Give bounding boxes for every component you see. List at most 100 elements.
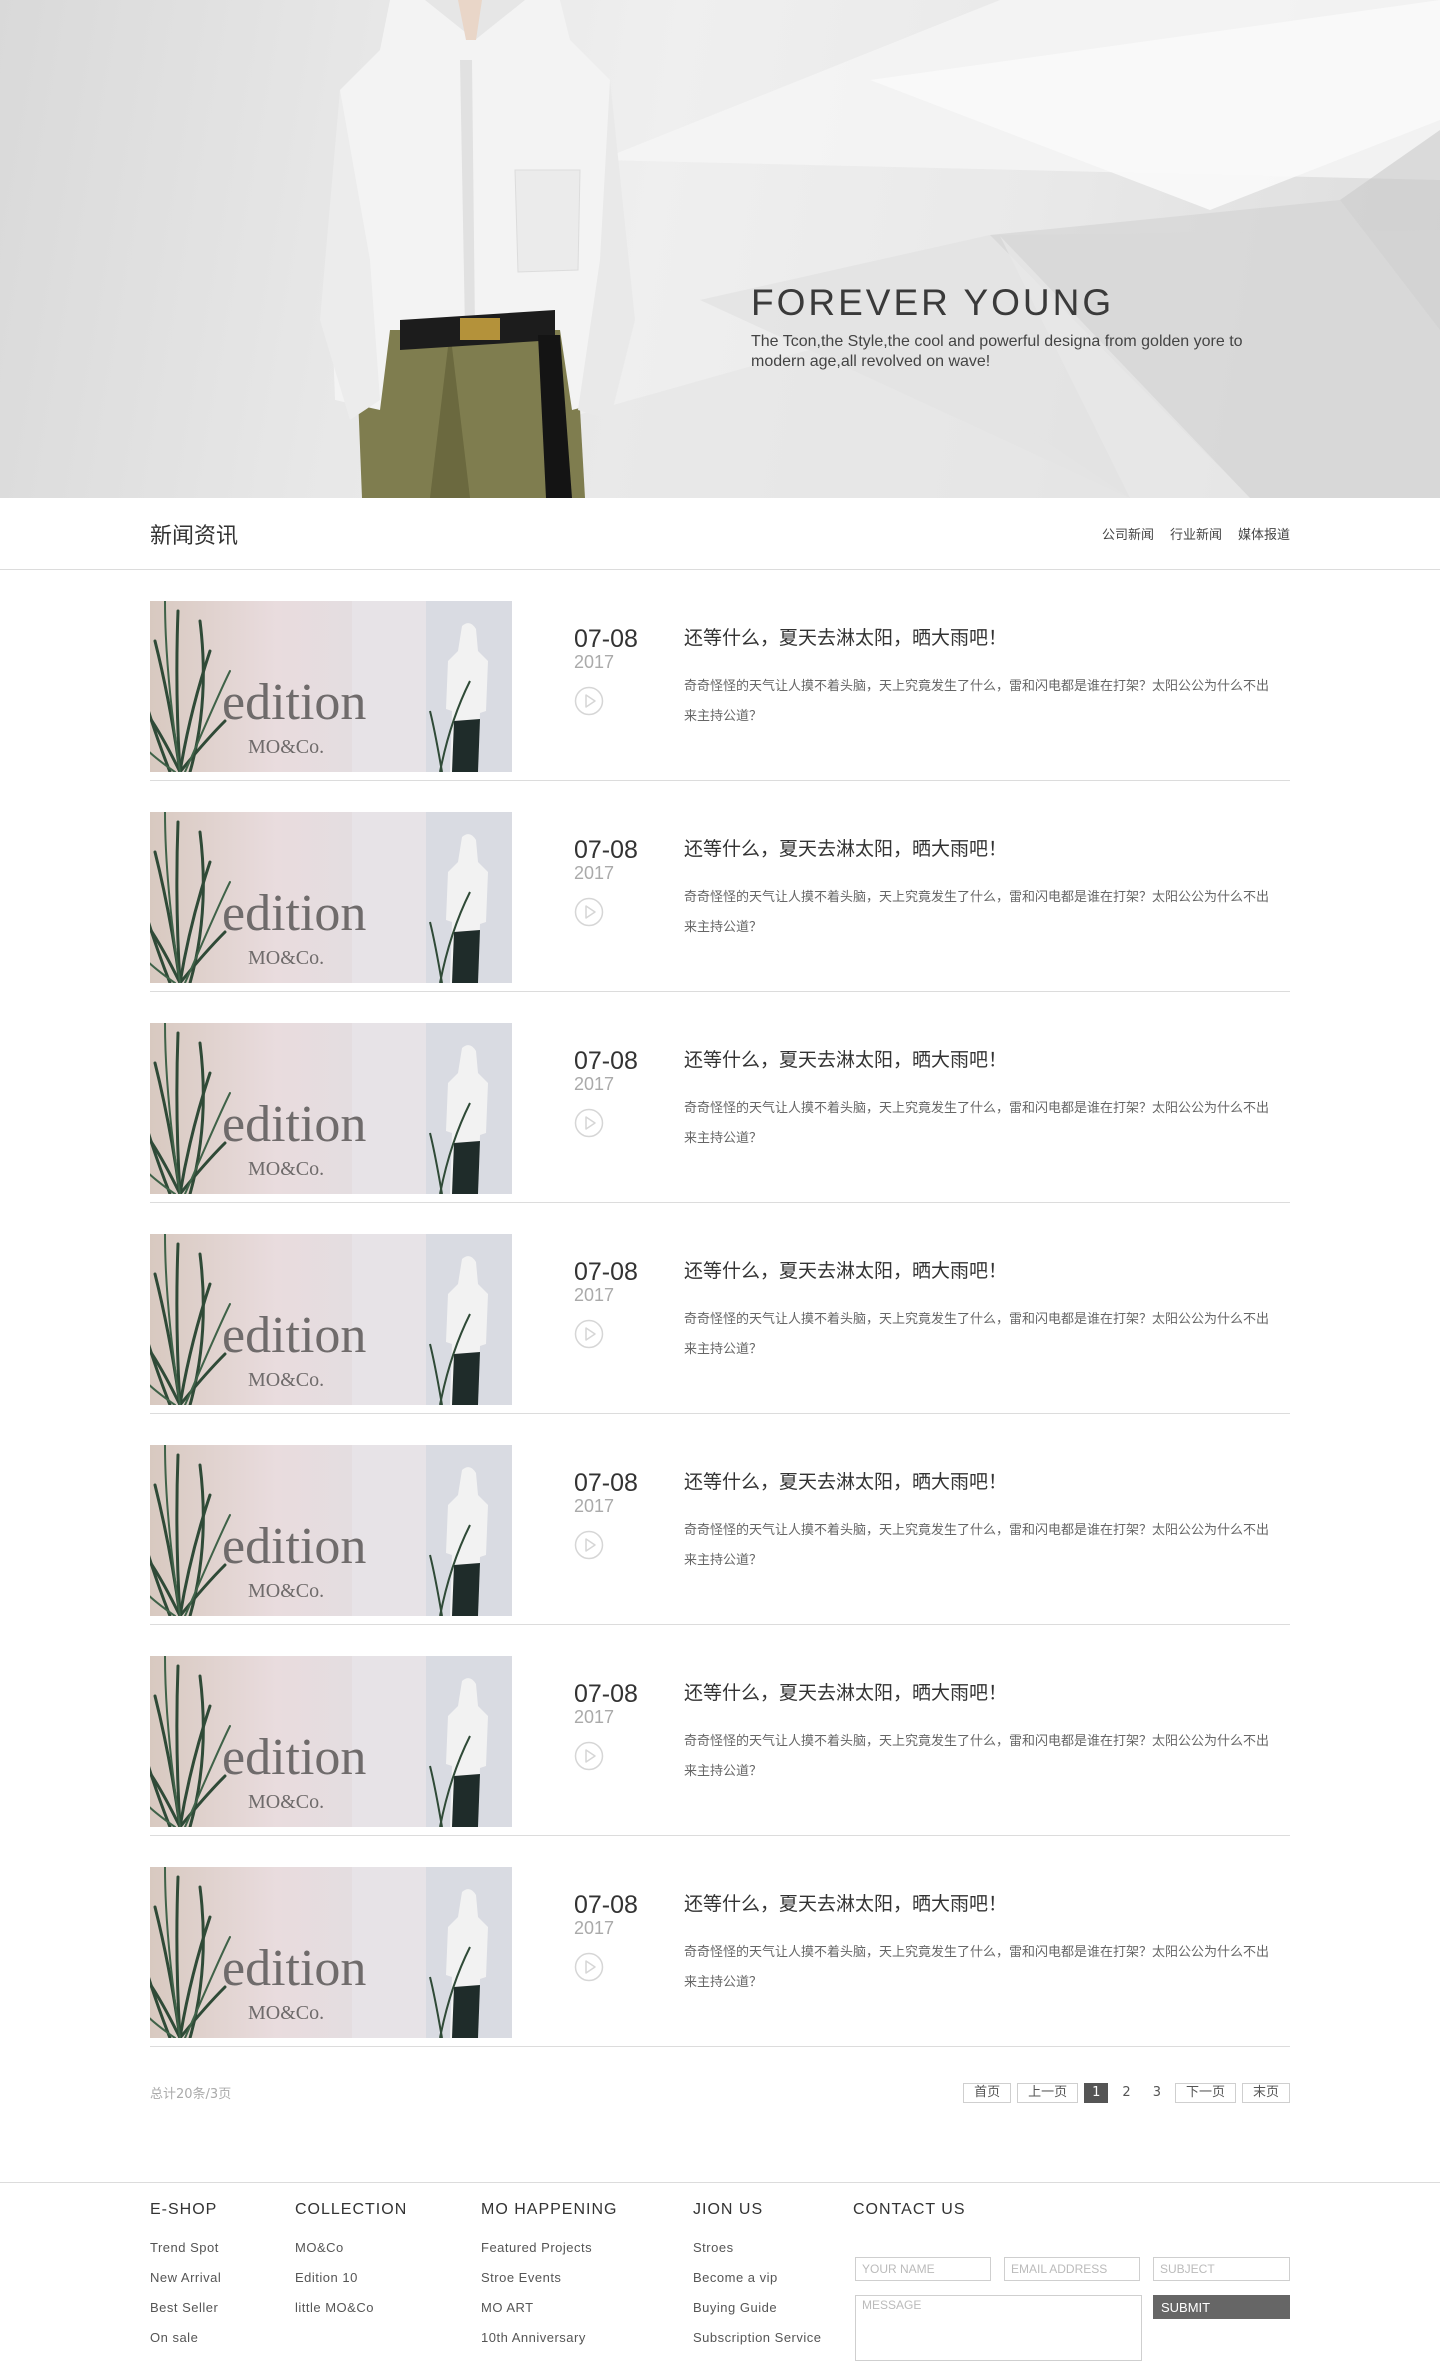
thumbnail-brand-text: MO&Co.: [248, 1791, 324, 1813]
footer-link-best-seller[interactable]: Best Seller: [150, 2293, 221, 2323]
news-excerpt: 奇奇怪怪的天气让人摸不着头脑，天上究竟发生了什么，雷和闪电都是谁在打架？太阳公公…: [684, 1312, 1270, 1357]
news-thumbnail[interactable]: edition MO&Co.: [150, 1023, 512, 1194]
news-title[interactable]: 还等什么，夏天去淋太阳，晒大雨吧！: [684, 1681, 1284, 1705]
news-excerpt: 奇奇怪怪的天气让人摸不着头脑，天上究竟发生了什么，雷和闪电都是谁在打架？太阳公公…: [684, 1734, 1270, 1779]
email-field[interactable]: [1004, 2257, 1140, 2281]
subject-field[interactable]: [1153, 2257, 1290, 2281]
news-date: 07-08: [574, 1469, 638, 1497]
news-text: 还等什么，夏天去淋太阳，晒大雨吧！ 奇奇怪怪的天气让人摸不着头脑，天上究竟发生了…: [684, 1259, 1284, 1365]
message-field[interactable]: [855, 2295, 1142, 2361]
news-text: 还等什么，夏天去淋太阳，晒大雨吧！ 奇奇怪怪的天气让人摸不着头脑，天上究竟发生了…: [684, 1048, 1284, 1154]
news-date-block: 07-08 2017: [574, 836, 664, 927]
news-item[interactable]: edition MO&Co. 07-08 2017 还等什么，夏天去淋太阳，晒大…: [150, 992, 1290, 1203]
news-date: 07-08: [574, 1891, 638, 1919]
news-date: 07-08: [574, 625, 638, 653]
prev-page-button[interactable]: 上一页: [1017, 2083, 1079, 2103]
news-thumbnail[interactable]: edition MO&Co.: [150, 1656, 512, 1827]
news-thumbnail[interactable]: edition MO&Co.: [150, 1867, 512, 2038]
news-date-block: 07-08 2017: [574, 1680, 664, 1771]
news-date-block: 07-08 2017: [574, 1047, 664, 1138]
hero-title: FOREVER YOUNG: [751, 282, 1115, 323]
footer-link-new-arrival[interactable]: New Arrival: [150, 2263, 221, 2293]
news-item[interactable]: edition MO&Co. 07-08 2017 还等什么，夏天去淋太阳，晒大…: [150, 781, 1290, 992]
thumbnail-edition-text: edition: [222, 885, 366, 942]
footer-link-featured-projects[interactable]: Featured Projects: [481, 2233, 617, 2263]
thumbnail-brand-text: MO&Co.: [248, 1369, 324, 1391]
footer-column-collection: COLLECTION MO&Co Edition 10 little MO&Co: [295, 2201, 407, 2323]
news-date-block: 07-08 2017: [574, 1891, 664, 1982]
news-year: 2017: [574, 1918, 615, 1938]
category-industry-news[interactable]: 行业新闻: [1170, 524, 1222, 543]
hero-banner: FOREVER YOUNG The Tcon,the Style,the coo…: [0, 0, 1440, 498]
footer-column-title: E-SHOP: [150, 2201, 218, 2218]
thumbnail-brand-text: MO&Co.: [248, 2002, 324, 2024]
thumbnail-brand-text: MO&Co.: [248, 947, 324, 969]
news-date: 07-08: [574, 836, 638, 864]
footer-link-stroes[interactable]: Stroes: [693, 2233, 822, 2263]
category-media-reports[interactable]: 媒体报道: [1238, 524, 1290, 543]
thumbnail-edition-text: edition: [222, 1940, 366, 1997]
footer-link-mo-art[interactable]: MO ART: [481, 2293, 617, 2323]
footer-column-mo-happening: MO HAPPENING Featured Projects Stroe Eve…: [481, 2201, 617, 2353]
play-icon[interactable]: [574, 1108, 604, 1138]
thumbnail-edition-text: edition: [222, 1307, 366, 1364]
news-excerpt: 奇奇怪怪的天气让人摸不着头脑，天上究竟发生了什么，雷和闪电都是谁在打架？太阳公公…: [684, 890, 1270, 935]
footer-column-title: MO HAPPENING: [481, 2201, 618, 2218]
news-date: 07-08: [574, 1258, 638, 1286]
footer-link-stroe-events[interactable]: Stroe Events: [481, 2263, 617, 2293]
play-icon[interactable]: [574, 897, 604, 927]
last-page-button[interactable]: 末页: [1241, 2083, 1290, 2103]
news-thumbnail[interactable]: edition MO&Co.: [150, 1445, 512, 1616]
footer-link-subscription-service[interactable]: Subscription Service: [693, 2323, 822, 2353]
news-item[interactable]: edition MO&Co. 07-08 2017 还等什么，夏天去淋太阳，晒大…: [150, 1836, 1290, 2047]
footer-link-become-vip[interactable]: Become a vip: [693, 2263, 822, 2293]
news-title[interactable]: 还等什么，夏天去淋太阳，晒大雨吧！: [684, 837, 1284, 861]
footer-link-on-sale[interactable]: On sale: [150, 2323, 221, 2353]
news-year: 2017: [574, 1496, 615, 1516]
news-thumbnail[interactable]: edition MO&Co.: [150, 1234, 512, 1405]
news-thumbnail[interactable]: edition MO&Co.: [150, 812, 512, 983]
play-icon[interactable]: [574, 1741, 604, 1771]
news-year: 2017: [574, 652, 615, 672]
news-text: 还等什么，夏天去淋太阳，晒大雨吧！ 奇奇怪怪的天气让人摸不着头脑，天上究竟发生了…: [684, 1470, 1284, 1576]
name-field[interactable]: [855, 2257, 991, 2281]
page-2-button[interactable]: 2: [1114, 2083, 1139, 2103]
next-page-button[interactable]: 下一页: [1174, 2083, 1236, 2103]
pagination-row: 总计20条/3页 首页 上一页 1 2 3 下一页 末页: [150, 2083, 1290, 2107]
news-item[interactable]: edition MO&Co. 07-08 2017 还等什么，夏天去淋太阳，晒大…: [150, 570, 1290, 781]
hero-description: The Tcon,the Style,the cool and powerful…: [751, 333, 1243, 370]
footer-link-trend-spot[interactable]: Trend Spot: [150, 2233, 221, 2263]
news-item[interactable]: edition MO&Co. 07-08 2017 还等什么，夏天去淋太阳，晒大…: [150, 1203, 1290, 1414]
news-title[interactable]: 还等什么，夏天去淋太阳，晒大雨吧！: [684, 1892, 1284, 1916]
news-year: 2017: [574, 1285, 615, 1305]
news-title[interactable]: 还等什么，夏天去淋太阳，晒大雨吧！: [684, 1259, 1284, 1283]
news-text: 还等什么，夏天去淋太阳，晒大雨吧！ 奇奇怪怪的天气让人摸不着头脑，天上究竟发生了…: [684, 837, 1284, 943]
footer-link-buying-guide[interactable]: Buying Guide: [693, 2293, 822, 2323]
category-company-news[interactable]: 公司新闻: [1102, 524, 1154, 543]
first-page-button[interactable]: 首页: [963, 2083, 1012, 2103]
news-excerpt: 奇奇怪怪的天气让人摸不着头脑，天上究竟发生了什么，雷和闪电都是谁在打架？太阳公公…: [684, 1523, 1270, 1568]
page-3-button[interactable]: 3: [1144, 2083, 1169, 2103]
hero-text-block: FOREVER YOUNG The Tcon,the Style,the coo…: [751, 282, 1271, 372]
page-1-button[interactable]: 1: [1084, 2083, 1109, 2103]
news-thumbnail[interactable]: edition MO&Co.: [150, 601, 512, 772]
news-excerpt: 奇奇怪怪的天气让人摸不着头脑，天上究竟发生了什么，雷和闪电都是谁在打架？太阳公公…: [684, 1945, 1270, 1990]
news-item[interactable]: edition MO&Co. 07-08 2017 还等什么，夏天去淋太阳，晒大…: [150, 1625, 1290, 1836]
play-icon[interactable]: [574, 1952, 604, 1982]
news-title[interactable]: 还等什么，夏天去淋太阳，晒大雨吧！: [684, 1048, 1284, 1072]
play-icon[interactable]: [574, 1530, 604, 1560]
footer-link-edition-10[interactable]: Edition 10: [295, 2263, 407, 2293]
footer-link-moco[interactable]: MO&Co: [295, 2233, 407, 2263]
news-date-block: 07-08 2017: [574, 1258, 664, 1349]
footer: E-SHOP Trend Spot New Arrival Best Selle…: [0, 2182, 1440, 2370]
news-title[interactable]: 还等什么，夏天去淋太阳，晒大雨吧！: [684, 626, 1284, 650]
play-icon[interactable]: [574, 1319, 604, 1349]
footer-link-10th-anniversary[interactable]: 10th Anniversary: [481, 2323, 617, 2353]
news-item[interactable]: edition MO&Co. 07-08 2017 还等什么，夏天去淋太阳，晒大…: [150, 1414, 1290, 1625]
news-title[interactable]: 还等什么，夏天去淋太阳，晒大雨吧！: [684, 1470, 1284, 1494]
submit-button[interactable]: SUBMIT: [1153, 2295, 1290, 2319]
news-year: 2017: [574, 1074, 615, 1094]
model-photo: [320, 0, 635, 498]
play-icon[interactable]: [574, 686, 604, 716]
footer-link-little-moco[interactable]: little MO&Co: [295, 2293, 407, 2323]
